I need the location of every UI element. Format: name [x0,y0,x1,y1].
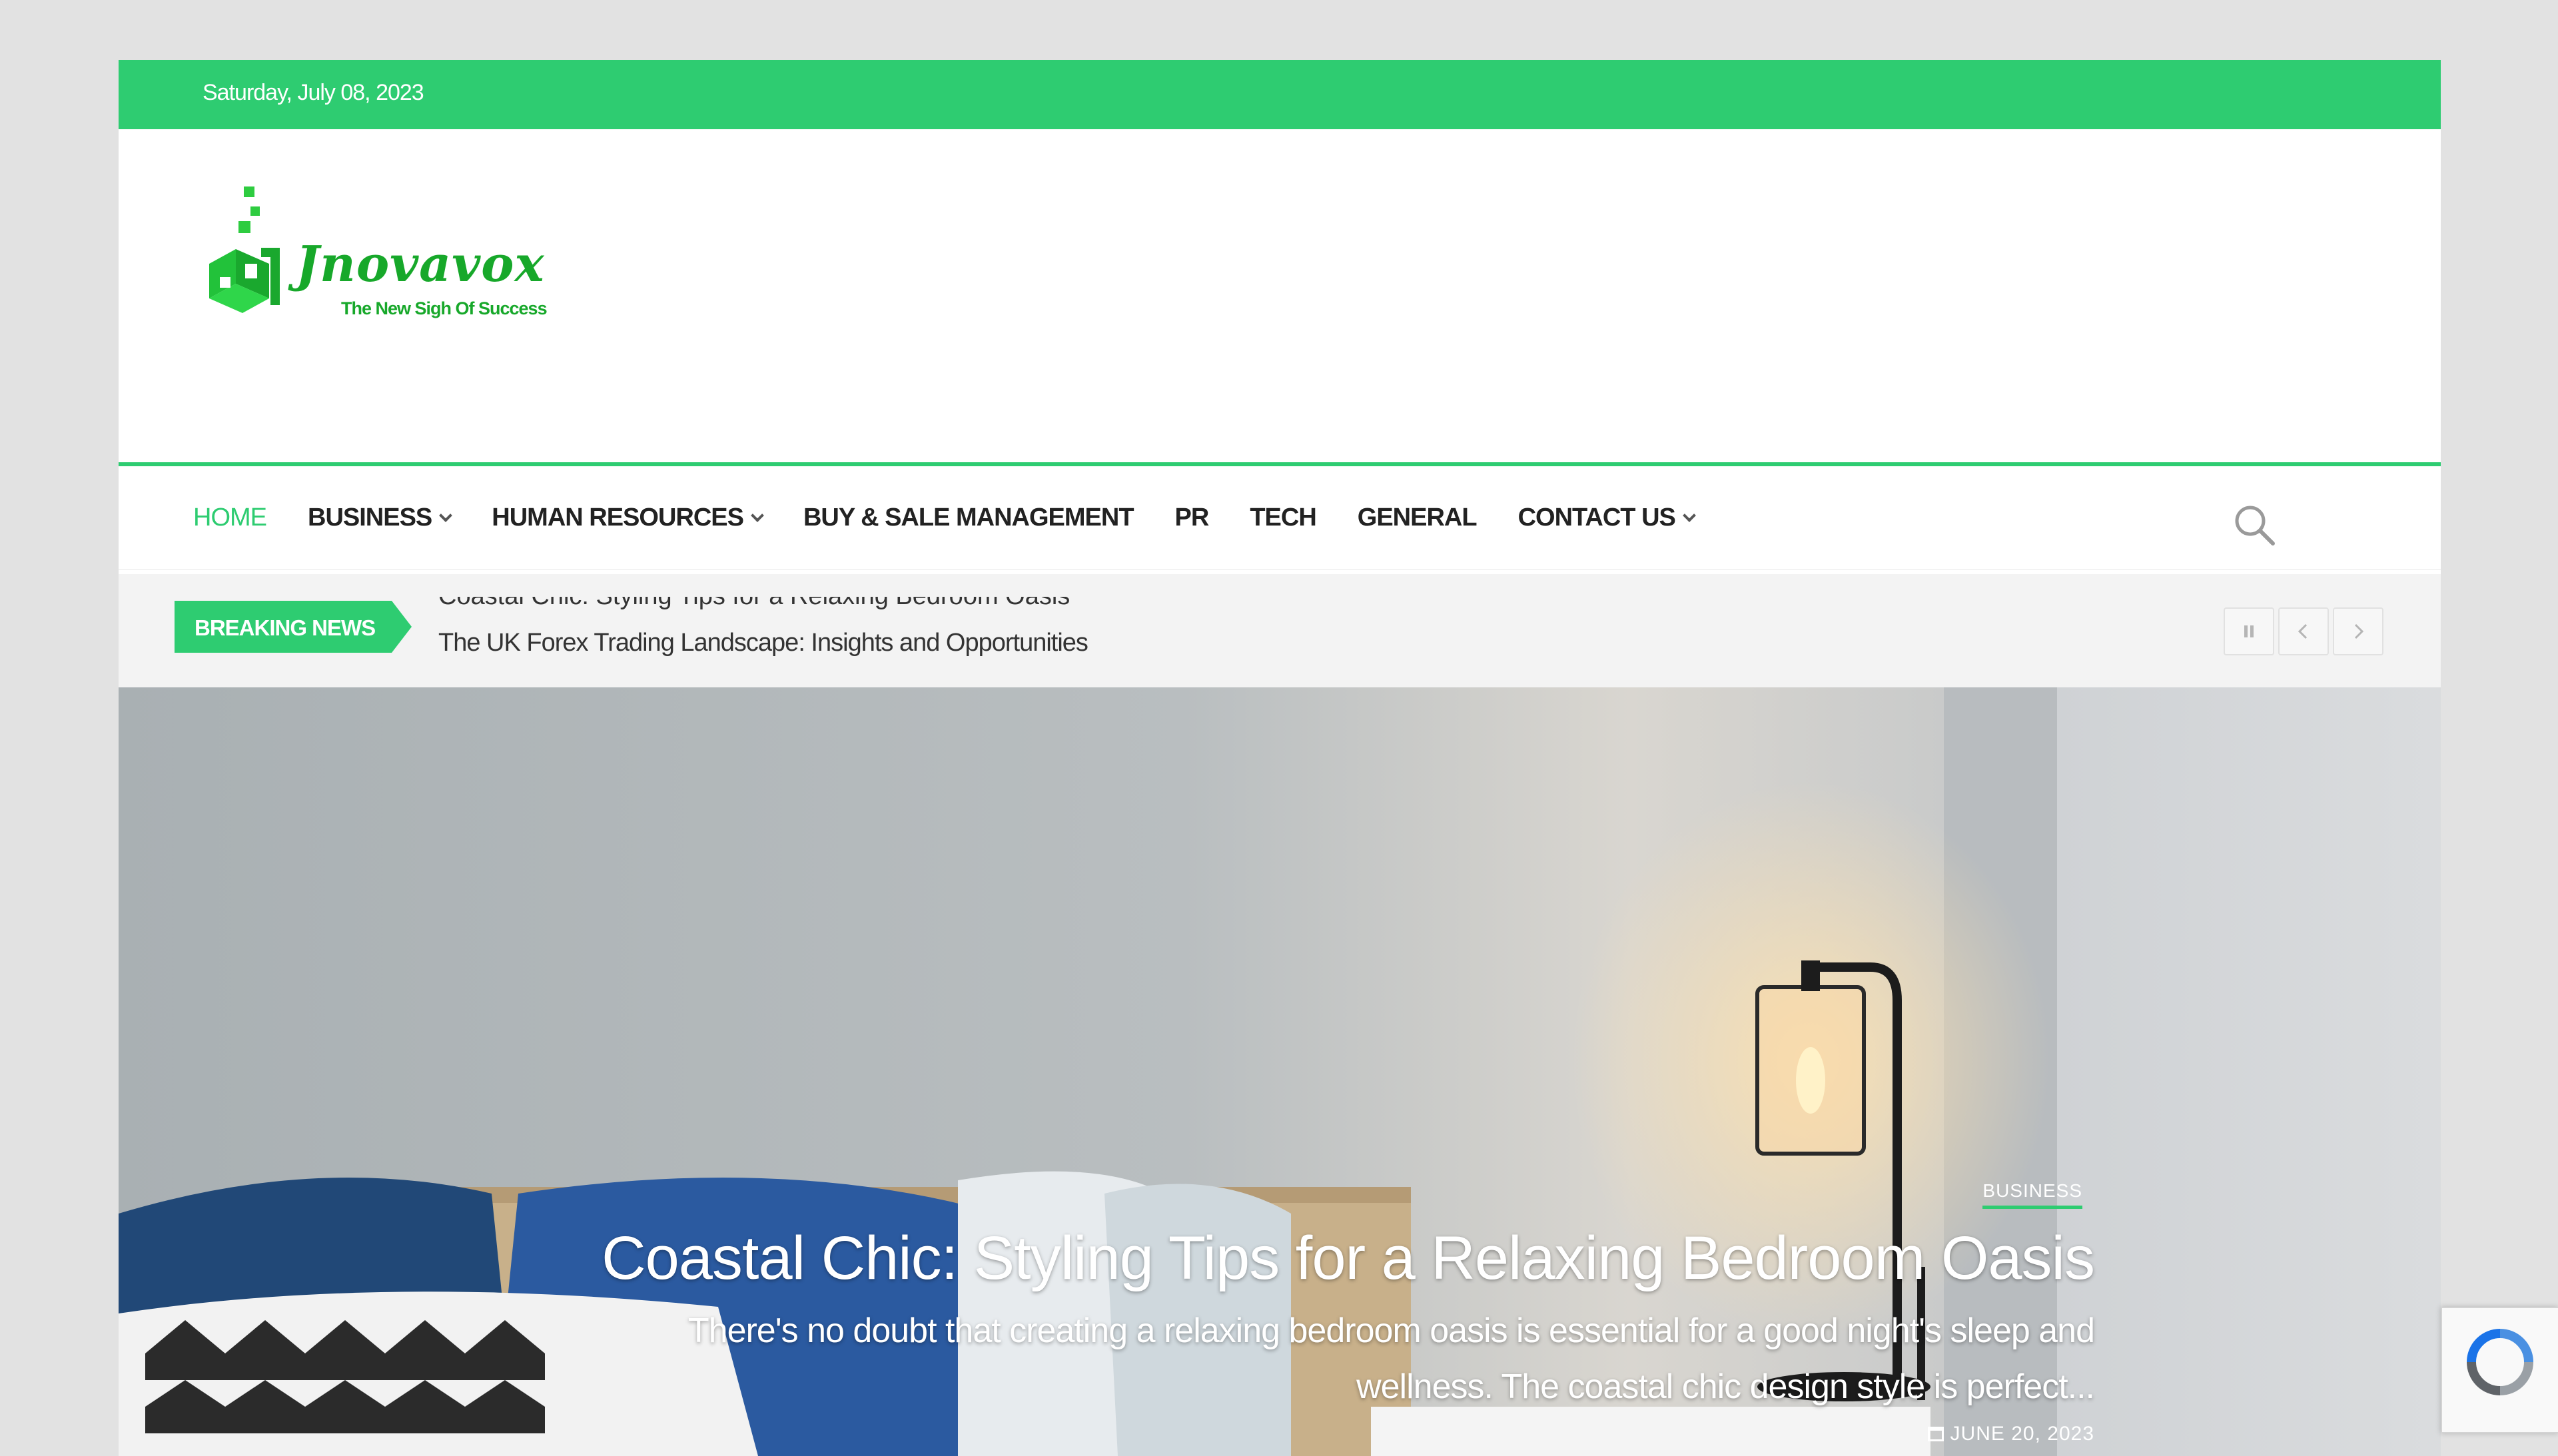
site-logo[interactable]: Jnovavox The New Sigh Of Success [196,184,609,344]
search-icon [2235,506,2275,546]
site-header: Jnovavox The New Sigh Of Success [119,129,2441,466]
main-navigation: HOME BUSINESS HUMAN RESOURCES BUY & SALE MA… [119,470,2441,570]
ticker-prev-button[interactable] [2278,607,2329,655]
nav-item-label: HOME [193,504,267,532]
hero-excerpt-line: wellness. The coastal chic design style … [1356,1367,2095,1406]
hero-date: JUNE 20, 2023 [362,1423,2094,1445]
breaking-news-label: BREAKING NEWS [195,615,376,640]
hero-category-badge[interactable]: BUSINESS [1982,1180,2082,1209]
nav-menu: HOME BUSINESS HUMAN RESOURCES BUY & SALE MA… [193,504,1696,532]
next-slide-preview[interactable] [2057,687,2441,1456]
ticker-pause-button[interactable] [2224,607,2274,655]
breaking-news-bar: BREAKING NEWS Coastal Chic: Styling Tips… [119,574,2441,687]
nav-item-label: BUY & SALE MANAGEMENT [803,504,1134,532]
hero-title[interactable]: Coastal Chic: Styling Tips for a Relaxin… [362,1224,2095,1293]
chevron-down-icon [439,508,453,522]
logo-mark-icon [209,186,280,313]
nav-item-buy-sale-management[interactable]: BUY & SALE MANAGEMENT [803,504,1134,532]
chevron-down-icon [1682,508,1696,522]
nav-item-business[interactable]: BUSINESS [308,504,453,532]
hero-excerpt-line: There's no doubt that creating a relaxin… [687,1311,2095,1350]
hero-caption: BUSINESS Coastal Chic: Styling Tips for … [362,1180,2095,1445]
hero-excerpt: There's no doubt that creating a relaxin… [362,1303,2095,1415]
nav-item-contact-us[interactable]: CONTACT US [1517,504,1696,532]
chevron-down-icon [751,508,764,522]
nav-item-label: PR [1174,504,1210,532]
ticker-next-button[interactable] [2333,607,2383,655]
nav-item-home[interactable]: HOME [193,504,267,532]
logo-brand-text: Jnovavox [296,236,545,293]
search-button[interactable] [2230,501,2278,549]
recaptcha-icon [2467,1329,2533,1395]
page-frame: Saturday, July 08, 2023 Jnovavox The New… [119,60,2441,1456]
nav-item-pr[interactable]: PR [1174,504,1210,532]
logo-tagline: The New Sigh Of Success [341,298,548,318]
nav-item-label: GENERAL [1357,504,1478,532]
ticker-current-headline[interactable]: The UK Forex Trading Landscape: Insights… [438,629,1088,657]
nav-item-general[interactable]: GENERAL [1357,504,1478,532]
nav-item-label: TECH [1250,504,1316,532]
nav-item-label: CONTACT US [1517,504,1676,532]
calendar-icon [1927,1427,1944,1441]
ticker-controls [2224,607,2383,655]
hero-slider[interactable]: BUSINESS Coastal Chic: Styling Tips for … [119,687,2441,1456]
breaking-news-tag: BREAKING NEWS [175,601,412,653]
news-ticker[interactable]: Coastal Chic: Styling Tips for a Relaxin… [438,597,1371,661]
top-bar: Saturday, July 08, 2023 [119,60,2441,129]
chevron-right-icon [2354,623,2364,639]
hero-date-text: JUNE 20, 2023 [1950,1423,2094,1445]
current-date: Saturday, July 08, 2023 [203,80,424,105]
nav-item-label: HUMAN RESOURCES [492,504,744,532]
chevron-left-icon [2298,623,2308,639]
nav-item-human-resources[interactable]: HUMAN RESOURCES [492,504,764,532]
ticker-previous-headline[interactable]: Coastal Chic: Styling Tips for a Relaxin… [438,597,1070,611]
nav-item-tech[interactable]: TECH [1250,504,1316,532]
pause-icon [2244,625,2254,637]
recaptcha-badge[interactable] [2441,1307,2558,1433]
nav-item-label: BUSINESS [308,504,432,532]
